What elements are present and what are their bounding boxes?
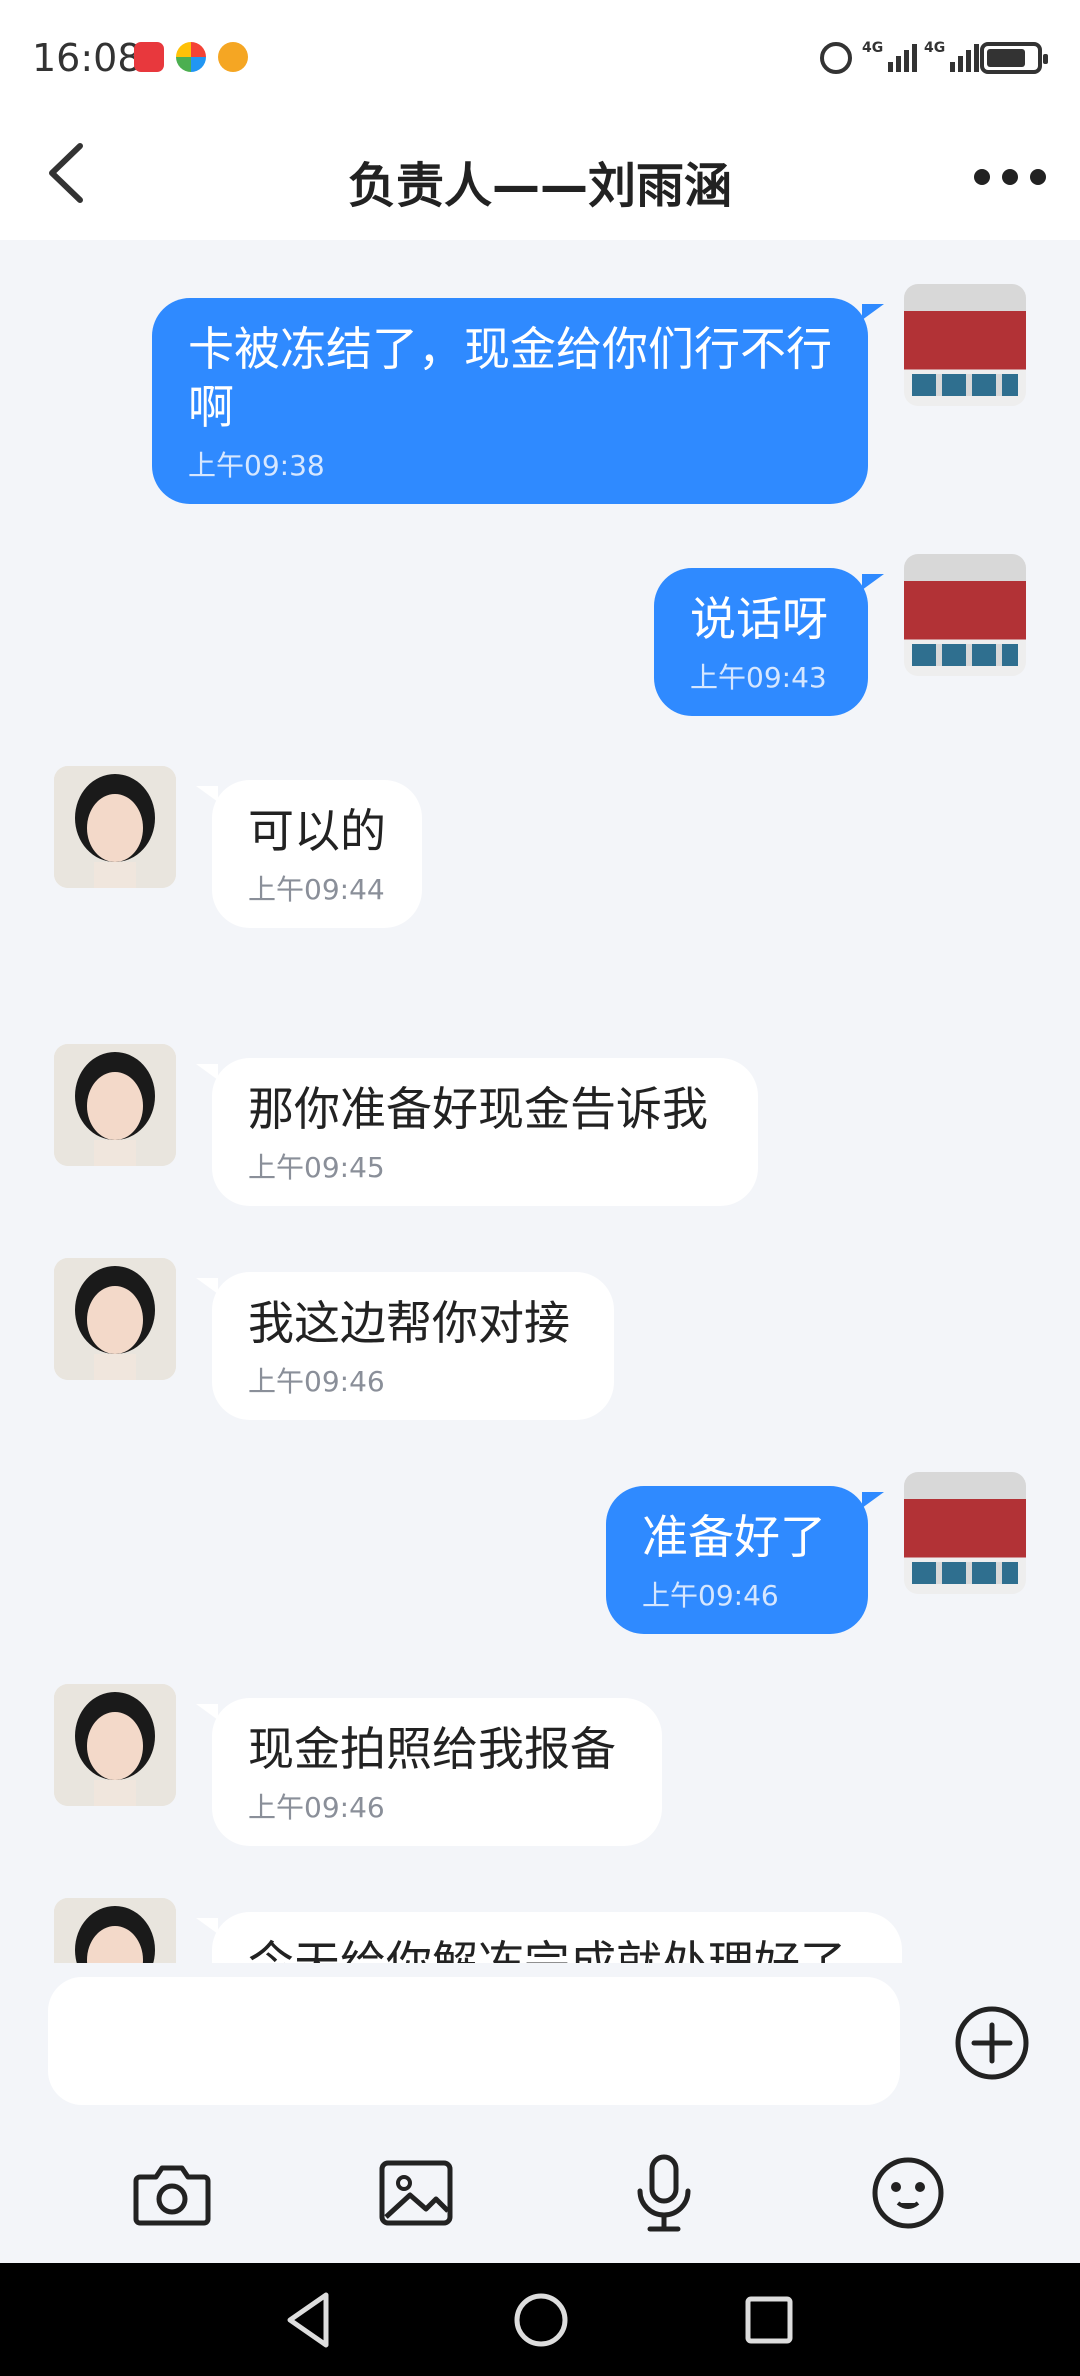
- contact-avatar-image: [54, 1898, 176, 1963]
- message-time: 上午09:44: [248, 873, 385, 906]
- message-input[interactable]: [48, 1977, 900, 2105]
- message-bubble-incoming[interactable]: 我这边帮你对接 上午09:46: [196, 1272, 614, 1420]
- plus-icon: [955, 2006, 1029, 2080]
- weibo-app-notification-icon: [218, 42, 248, 72]
- message-bubble-incoming[interactable]: 现金拍照给我报备 上午09:46: [196, 1698, 662, 1846]
- gallery-button[interactable]: [374, 2151, 458, 2235]
- system-navigation-bar: [0, 2263, 1080, 2376]
- message-text: 卡被冻结了，现金给你们行不行啊: [188, 322, 832, 434]
- microphone-icon: [637, 2154, 691, 2232]
- alarm-icon: [820, 42, 852, 74]
- nav-back-button[interactable]: [274, 2285, 344, 2355]
- message-bubble-outgoing[interactable]: 说话呀 上午09:43: [654, 568, 884, 716]
- message-bubble-outgoing[interactable]: 卡被冻结了，现金给你们行不行啊 上午09:38: [152, 298, 884, 504]
- message-text: 我这边帮你对接: [248, 1296, 570, 1350]
- message-text: 准备好了: [642, 1510, 826, 1564]
- message-bubble-incoming[interactable]: 那你准备好现金告诉我 上午09:45: [196, 1058, 758, 1206]
- cell-signal-icon-2: 4G: [924, 40, 980, 72]
- message-text: 可以的: [248, 804, 386, 858]
- pinwheel-app-notification-icon: [176, 42, 206, 72]
- message-time: 上午09:46: [642, 1579, 779, 1612]
- emoji-icon: [872, 2157, 944, 2229]
- network-type-label-2: 4G: [924, 40, 946, 56]
- message-time: 上午09:46: [248, 1365, 385, 1398]
- message-time: 上午09:46: [248, 1791, 385, 1824]
- self-avatar[interactable]: [904, 1472, 1026, 1594]
- status-bar: 16:08 4G 4G: [0, 0, 1080, 110]
- image-icon: [379, 2160, 453, 2226]
- chat-header: 负责人——刘雨涵: [0, 110, 1080, 240]
- message-list[interactable]: 卡被冻结了，现金给你们行不行啊 上午09:38 说话呀 上午09:43 可以的 …: [0, 240, 1080, 1963]
- message-bubble-incoming[interactable]: 今天给你解冻完成就处理好了: [196, 1912, 902, 1963]
- contact-avatar[interactable]: [54, 1684, 176, 1806]
- square-recents-icon: [745, 2296, 793, 2344]
- message-text: 今天给你解冻完成就处理好了: [248, 1936, 846, 1963]
- contact-avatar[interactable]: [54, 1898, 176, 1963]
- more-options-button[interactable]: [970, 162, 1050, 192]
- self-avatar[interactable]: [904, 284, 1026, 406]
- circle-home-icon: [514, 2293, 568, 2347]
- contact-avatar[interactable]: [54, 1044, 176, 1166]
- message-text: 现金拍照给我报备: [248, 1722, 616, 1776]
- message-text: 说话呀: [690, 592, 828, 646]
- camera-icon: [133, 2165, 211, 2226]
- message-bubble-incoming[interactable]: 可以的 上午09:44: [196, 780, 422, 928]
- network-type-label: 4G: [862, 40, 884, 56]
- message-time: 上午09:38: [188, 449, 325, 482]
- more-dots-icon: [974, 169, 1046, 185]
- status-time: 16:08: [32, 36, 142, 80]
- message-time: 上午09:45: [248, 1151, 385, 1184]
- nav-home-button[interactable]: [506, 2285, 576, 2355]
- triangle-back-icon: [287, 2292, 329, 2348]
- more-actions-button[interactable]: [952, 2003, 1032, 2083]
- cell-signal-icon-1: 4G: [862, 40, 918, 72]
- contact-avatar-image: [54, 1684, 176, 1806]
- contact-avatar-image: [54, 1258, 176, 1380]
- emoji-button[interactable]: [866, 2151, 950, 2235]
- contact-avatar[interactable]: [54, 1258, 176, 1380]
- contact-avatar-image: [54, 766, 176, 888]
- message-time: 上午09:43: [690, 661, 827, 694]
- contact-avatar-image: [54, 1044, 176, 1166]
- self-avatar[interactable]: [904, 554, 1026, 676]
- message-text: 那你准备好现金告诉我: [248, 1082, 708, 1136]
- page-title: 负责人——刘雨涵: [347, 158, 732, 214]
- huawei-app-notification-icon: [134, 42, 164, 72]
- battery-icon: [980, 42, 1048, 74]
- contact-avatar[interactable]: [54, 766, 176, 888]
- voice-button[interactable]: [622, 2151, 706, 2235]
- composer: [0, 1963, 1080, 2263]
- message-bubble-outgoing[interactable]: 准备好了 上午09:46: [606, 1486, 884, 1634]
- camera-button[interactable]: [130, 2151, 214, 2235]
- nav-recents-button[interactable]: [734, 2285, 804, 2355]
